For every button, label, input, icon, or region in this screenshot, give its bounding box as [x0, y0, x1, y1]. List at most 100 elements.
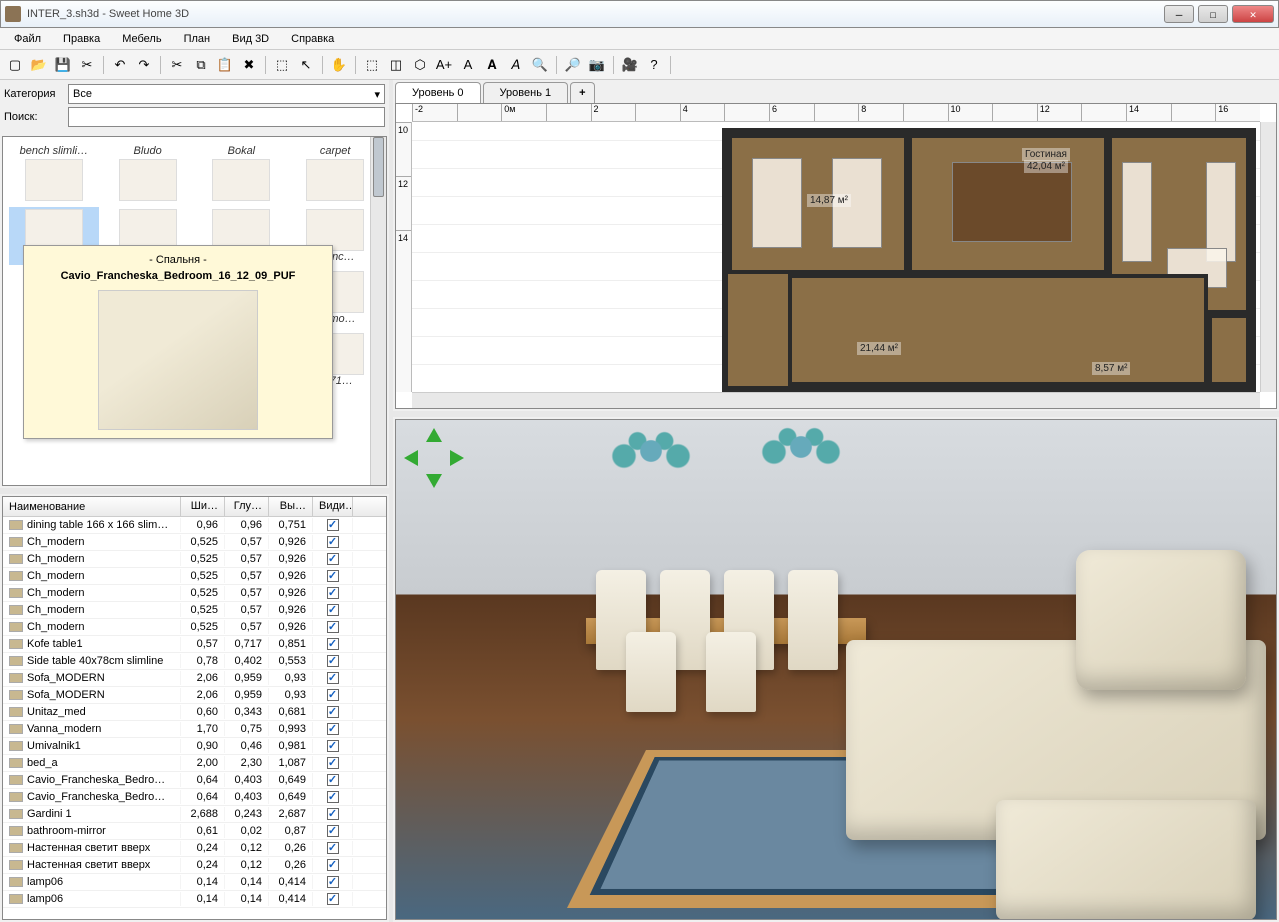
plan-canvas[interactable]: 14,87 м²Гостиная42,04 м²21,44 м²8,57 м² — [412, 122, 1260, 392]
visibility-checkbox[interactable]: ✓ — [327, 672, 339, 684]
menu-item-правка[interactable]: Правка — [53, 30, 110, 48]
help-icon[interactable]: ? — [643, 54, 665, 76]
maximize-button[interactable]: ☐ — [1198, 5, 1228, 23]
undo-icon[interactable]: ↶ — [109, 54, 131, 76]
visibility-checkbox[interactable]: ✓ — [327, 638, 339, 650]
preferences-icon[interactable]: ✂ — [76, 54, 98, 76]
plan-room[interactable] — [1208, 314, 1250, 386]
3d-view[interactable] — [395, 419, 1277, 920]
visibility-checkbox[interactable]: ✓ — [327, 723, 339, 735]
plan-scrollbar-v[interactable] — [1260, 122, 1276, 392]
create-rooms-icon[interactable]: ◫ — [385, 54, 407, 76]
menu-item-справка[interactable]: Справка — [281, 30, 344, 48]
catalog-item[interactable]: Bludo — [103, 143, 193, 203]
zoom-in-icon[interactable]: 🔍 — [529, 54, 551, 76]
visibility-checkbox[interactable]: ✓ — [327, 655, 339, 667]
nav-left-icon[interactable] — [404, 450, 418, 466]
plan-scrollbar-h[interactable] — [412, 392, 1260, 408]
table-row[interactable]: Unitaz_med0,600,3430,681✓ — [3, 704, 386, 721]
video-icon[interactable]: 🎥 — [619, 54, 641, 76]
photo-icon[interactable]: 📷 — [586, 54, 608, 76]
cut-icon[interactable]: ✂ — [166, 54, 188, 76]
new-file-icon[interactable]: ▢ — [4, 54, 26, 76]
catalog-scrollbar[interactable] — [370, 137, 386, 485]
table-row[interactable]: Ch_modern0,5250,570,926✓ — [3, 602, 386, 619]
table-row[interactable]: Настенная светит вверх0,240,120,26✓ — [3, 840, 386, 857]
col-depth[interactable]: Глу… — [225, 497, 269, 516]
plan-room[interactable] — [788, 274, 1208, 386]
minimize-button[interactable]: — — [1164, 5, 1194, 23]
table-row[interactable]: bathroom-mirror0,610,020,87✓ — [3, 823, 386, 840]
table-row[interactable]: Ch_modern0,5250,570,926✓ — [3, 534, 386, 551]
italic-icon[interactable]: 𝘈 — [505, 54, 527, 76]
create-labels-icon[interactable]: A — [457, 54, 479, 76]
plan-furniture[interactable] — [752, 158, 802, 248]
visibility-checkbox[interactable]: ✓ — [327, 706, 339, 718]
nav-down-icon[interactable] — [426, 474, 442, 488]
open-icon[interactable]: 📂 — [28, 54, 50, 76]
create-walls-icon[interactable]: ⬚ — [361, 54, 383, 76]
visibility-checkbox[interactable]: ✓ — [327, 519, 339, 531]
table-row[interactable]: Gardini 12,6880,2432,687✓ — [3, 806, 386, 823]
menu-item-мебель[interactable]: Мебель — [112, 30, 171, 48]
visibility-checkbox[interactable]: ✓ — [327, 876, 339, 888]
table-row[interactable]: Sofa_MODERN2,060,9590,93✓ — [3, 687, 386, 704]
menu-item-файл[interactable]: Файл — [4, 30, 51, 48]
table-row[interactable]: Side table 40x78cm slimline0,780,4020,55… — [3, 653, 386, 670]
table-row[interactable]: lamp060,140,140,414✓ — [3, 874, 386, 891]
table-row[interactable]: Cavio_Francheska_Bedro…0,640,4030,649✓ — [3, 789, 386, 806]
add-furniture-icon[interactable]: ⬚ — [271, 54, 293, 76]
visibility-checkbox[interactable]: ✓ — [327, 791, 339, 803]
table-row[interactable]: Настенная светит вверх0,240,120,26✓ — [3, 857, 386, 874]
col-width[interactable]: Ши… — [181, 497, 225, 516]
menu-item-вид 3d[interactable]: Вид 3D — [222, 30, 279, 48]
zoom-out-icon[interactable]: 🔎 — [562, 54, 584, 76]
visibility-checkbox[interactable]: ✓ — [327, 893, 339, 905]
visibility-checkbox[interactable]: ✓ — [327, 825, 339, 837]
catalog-item[interactable]: Bokal — [197, 143, 287, 203]
visibility-checkbox[interactable]: ✓ — [327, 553, 339, 565]
search-input[interactable] — [68, 107, 385, 127]
visibility-checkbox[interactable]: ✓ — [327, 689, 339, 701]
left-splitter[interactable] — [0, 488, 389, 494]
visibility-checkbox[interactable]: ✓ — [327, 740, 339, 752]
tab-add-level[interactable]: + — [570, 82, 594, 103]
create-dimensions-icon[interactable]: A+ — [433, 54, 455, 76]
save-icon[interactable]: 💾 — [52, 54, 74, 76]
nav-up-icon[interactable] — [426, 428, 442, 442]
visibility-checkbox[interactable]: ✓ — [327, 774, 339, 786]
visibility-checkbox[interactable]: ✓ — [327, 570, 339, 582]
visibility-checkbox[interactable]: ✓ — [327, 842, 339, 854]
tab-level-0[interactable]: Уровень 0 — [395, 82, 481, 103]
visibility-checkbox[interactable]: ✓ — [327, 587, 339, 599]
table-row[interactable]: Ch_modern0,5250,570,926✓ — [3, 585, 386, 602]
visibility-checkbox[interactable]: ✓ — [327, 808, 339, 820]
redo-icon[interactable]: ↷ — [133, 54, 155, 76]
catalog-item[interactable]: carpet — [290, 143, 380, 203]
menu-item-план[interactable]: План — [174, 30, 221, 48]
table-row[interactable]: Sofa_MODERN2,060,9590,93✓ — [3, 670, 386, 687]
category-dropdown[interactable]: Все ▾ — [68, 84, 385, 104]
table-row[interactable]: Ch_modern0,5250,570,926✓ — [3, 619, 386, 636]
plan-furniture[interactable] — [1206, 162, 1236, 262]
table-row[interactable]: lamp060,140,140,414✓ — [3, 891, 386, 908]
visibility-checkbox[interactable]: ✓ — [327, 536, 339, 548]
nav-right-icon[interactable] — [450, 450, 464, 466]
table-row[interactable]: Ch_modern0,5250,570,926✓ — [3, 551, 386, 568]
col-name[interactable]: Наименование — [3, 497, 181, 516]
col-height[interactable]: Вы… — [269, 497, 313, 516]
visibility-checkbox[interactable]: ✓ — [327, 621, 339, 633]
copy-icon[interactable]: ⧉ — [190, 54, 212, 76]
select-icon[interactable]: ↖ — [295, 54, 317, 76]
table-row[interactable]: Vanna_modern1,700,750,993✓ — [3, 721, 386, 738]
plan-furniture[interactable] — [1122, 162, 1152, 262]
col-visible[interactable]: Види… — [313, 497, 353, 516]
create-polylines-icon[interactable]: ⬡ — [409, 54, 431, 76]
table-row[interactable]: Ch_modern0,5250,570,926✓ — [3, 568, 386, 585]
plan-furniture[interactable] — [952, 162, 1072, 242]
bold-icon[interactable]: 𝐀 — [481, 54, 503, 76]
delete-icon[interactable]: ✖ — [238, 54, 260, 76]
visibility-checkbox[interactable]: ✓ — [327, 604, 339, 616]
catalog-item[interactable]: bench slimli… — [9, 143, 99, 203]
tab-level-1[interactable]: Уровень 1 — [483, 82, 569, 103]
